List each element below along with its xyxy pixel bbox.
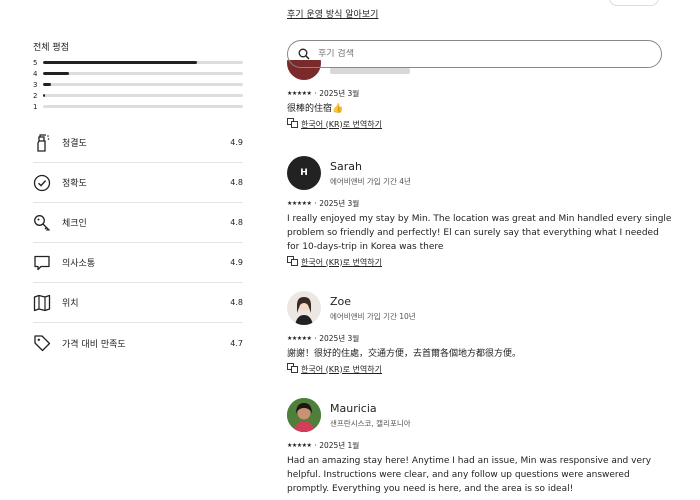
rating-bar-fill xyxy=(43,61,197,64)
reviewer-name: Sarah xyxy=(330,159,362,173)
check-circle-icon xyxy=(33,174,51,192)
review-item: Zoe 에어비앤비 가입 기간 10년 ★★★★★ · 2025년 3월 謝謝！… xyxy=(287,291,672,375)
review-header: Mauricia 샌프란시스코, 캘리포니아 xyxy=(287,398,672,432)
avatar[interactable] xyxy=(287,398,321,432)
rating-row-5: 5 xyxy=(33,57,243,68)
reviewer-name: Zoe xyxy=(330,294,352,308)
review-date: 2025년 3월 xyxy=(319,89,360,98)
overall-rating-title: 전체 평점 xyxy=(33,43,69,53)
review-header: Zoe 에어비앤비 가입 기간 10년 xyxy=(287,291,672,325)
translate-icon xyxy=(287,256,298,268)
category-label: 청결도 xyxy=(62,139,87,149)
star-rating: ★★★★★ xyxy=(287,200,312,207)
price-tag-icon xyxy=(33,334,51,352)
rating-bar xyxy=(43,61,243,64)
avatar[interactable] xyxy=(287,291,321,325)
rating-bar-fill xyxy=(43,94,45,97)
translate-button[interactable]: 한국어 (KR)로 번역하기 xyxy=(287,256,672,268)
translate-icon xyxy=(287,118,298,130)
translate-link[interactable]: 한국어 (KR)로 번역하기 xyxy=(301,119,382,130)
category-score: 4.8 xyxy=(230,178,243,187)
spray-bottle-icon xyxy=(33,133,51,152)
review-item: Mauricia 샌프란시스코, 캘리포니아 ★★★★★ · 2025년 1월 … xyxy=(287,398,672,496)
category-accuracy: 정확도 4.8 xyxy=(33,163,243,203)
review-date: 2025년 1월 xyxy=(319,441,360,450)
category-label: 의사소통 xyxy=(62,259,96,269)
rating-row-label: 1 xyxy=(33,102,38,111)
rating-row-label: 2 xyxy=(33,91,38,100)
member-info-cut xyxy=(330,68,410,74)
rating-bar xyxy=(43,72,243,75)
category-score: 4.7 xyxy=(230,338,243,348)
rating-bar xyxy=(43,94,243,97)
rating-bar-fill xyxy=(43,72,69,75)
rating-bar-fill xyxy=(43,83,51,86)
review-item: ★★★★★ · 2025년 3월 很棒的住宿👍 한국어 (KR)로 번역하기 xyxy=(287,88,672,130)
review-text: I really enjoyed my stay by Min. The loc… xyxy=(287,214,672,252)
review-search[interactable] xyxy=(287,40,662,68)
rating-row-label: 4 xyxy=(33,69,38,78)
top-cut-heading xyxy=(33,0,93,4)
category-location: 위치 4.8 xyxy=(33,283,243,323)
category-label: 가격 대비 만족도 xyxy=(62,339,126,350)
category-checkin: 체크인 4.8 xyxy=(33,203,243,243)
map-icon xyxy=(33,294,51,312)
star-rating: ★★★★★ xyxy=(287,90,312,97)
review-date: 2025년 3월 xyxy=(319,199,360,208)
rating-distribution: 5 4 3 2 1 xyxy=(33,57,243,112)
category-label: 위치 xyxy=(62,299,79,309)
rating-bar xyxy=(43,105,243,108)
star-rating: ★★★★★ xyxy=(287,442,312,449)
review-text: Had an amazing stay here! Anytime I had … xyxy=(287,456,652,494)
translate-link[interactable]: 한국어 (KR)로 번역하기 xyxy=(301,364,382,375)
category-score: 4.8 xyxy=(230,218,243,227)
category-score: 4.9 xyxy=(230,138,243,147)
category-score: 4.9 xyxy=(230,258,243,267)
translate-icon xyxy=(287,363,298,375)
reviewer-member-info: 샌프란시스코, 캘리포니아 xyxy=(330,418,411,428)
review-text: 謝謝！很好的住處，交通方便，去首爾各個地方都很方便。 xyxy=(287,349,522,359)
review-date: 2025년 3월 xyxy=(319,334,360,343)
rating-row-2: 2 xyxy=(33,90,243,101)
category-cleanliness: 청결도 4.9 xyxy=(33,123,243,163)
key-icon xyxy=(33,214,51,232)
category-label: 체크인 xyxy=(62,219,87,229)
search-icon xyxy=(298,45,310,64)
category-score: 4.8 xyxy=(230,298,243,307)
translate-link[interactable]: 한국어 (KR)로 번역하기 xyxy=(301,257,382,268)
rating-row-3: 3 xyxy=(33,79,243,90)
avatar[interactable]: H xyxy=(287,156,321,190)
rating-row-label: 5 xyxy=(33,58,38,67)
rating-row-label: 3 xyxy=(33,80,38,89)
rating-row-4: 4 xyxy=(33,68,243,79)
rating-bar xyxy=(43,83,243,86)
review-item: H Sarah 에어비앤비 가입 기간 4년 ★★★★★ · 2025년 3월 … xyxy=(287,156,672,268)
reviewer-name: Mauricia xyxy=(330,401,377,415)
reviewer-member-info: 에어비앤비 가입 기간 4년 xyxy=(330,176,411,186)
translate-button[interactable]: 한국어 (KR)로 번역하기 xyxy=(287,118,672,130)
category-value: 가격 대비 만족도 4.7 xyxy=(33,323,243,363)
category-label: 정확도 xyxy=(62,179,87,189)
review-policy-link[interactable]: 후기 운영 방식 알아보기 xyxy=(287,7,378,20)
reviewer-member-info: 에어비앤비 가입 기간 10년 xyxy=(330,311,416,321)
chat-bubble-icon xyxy=(33,254,51,272)
review-header: H Sarah 에어비앤비 가입 기간 4년 xyxy=(287,156,672,190)
close-button[interactable] xyxy=(609,0,659,6)
translate-button[interactable]: 한국어 (KR)로 번역하기 xyxy=(287,363,672,375)
star-rating: ★★★★★ xyxy=(287,335,312,342)
category-communication: 의사소통 4.9 xyxy=(33,243,243,283)
category-ratings: 청결도 4.9 정확도 4.8 체크인 4.8 의사소통 4.9 위치 4.8 … xyxy=(33,123,243,363)
rating-row-1: 1 xyxy=(33,101,243,112)
review-text: 很棒的住宿👍 xyxy=(287,104,344,114)
search-input[interactable] xyxy=(318,49,618,59)
